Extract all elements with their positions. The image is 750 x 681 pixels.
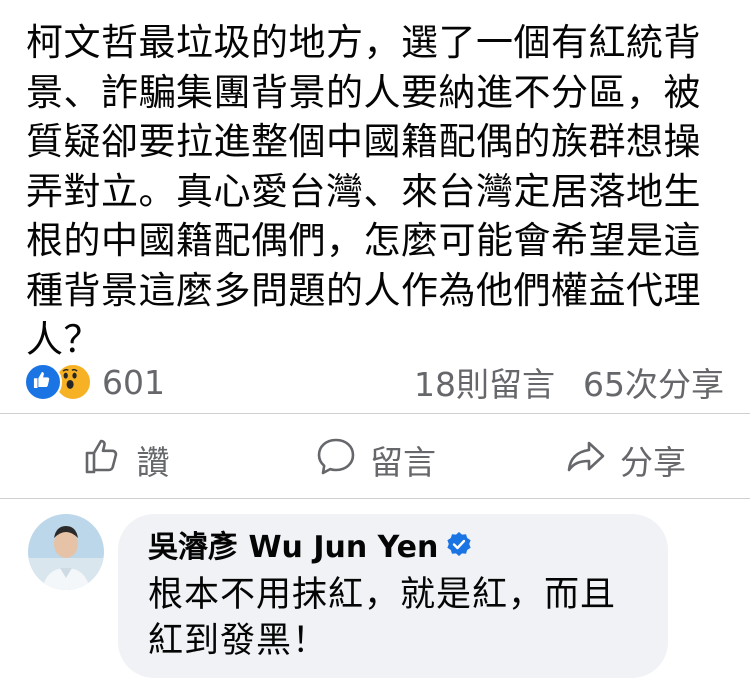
post-line: 種背景這麼多問題的人作為他們權益代理 [26, 268, 701, 312]
reactions-summary[interactable]: 601 [24, 363, 165, 402]
comment-line: 根本不用抹紅，就是紅，而且 [148, 575, 617, 615]
speech-bubble-icon [314, 434, 358, 486]
like-label: 讚 [136, 443, 170, 482]
avatar[interactable] [28, 514, 104, 590]
share-arrow-icon [564, 434, 608, 486]
share-button[interactable]: 分享 [500, 434, 750, 486]
post-line: 景、詐騙集團背景的人要納進不分區，被 [26, 70, 701, 114]
divider [0, 498, 750, 499]
share-count-link[interactable]: 65次分享 [583, 358, 724, 406]
divider [0, 413, 750, 414]
like-button[interactable]: 讚 [0, 434, 250, 486]
post-stats: 601 18則留言 65次分享 [24, 360, 724, 404]
comment: 吳濬彥 Wu Jun Yen 根本不用抹紅，就是紅，而且 紅到發黑！ [28, 514, 728, 678]
action-bar: 讚 留言 分享 [0, 430, 750, 490]
post-body: 柯文哲最垃圾的地方，選了一個有紅統背 景、詐騙集團背景的人要納進不分區，被 質疑… [26, 18, 726, 365]
post-line: 根的中國籍配偶們，怎麼可能會希望是這 [26, 219, 701, 262]
post-line: 弄對立。真心愛台灣、來台灣定居落地生 [26, 169, 701, 213]
comment-line: 紅到發黑！ [148, 621, 329, 661]
post-line: 質疑卻要拉進整個中國籍配偶的族群想操 [26, 120, 701, 163]
comment-label: 留言 [370, 443, 436, 482]
author-name: 吳濬彥 Wu Jun Yen [148, 530, 439, 565]
comment-count-link[interactable]: 18則留言 [414, 358, 555, 406]
comment-author[interactable]: 吳濬彥 Wu Jun Yen [148, 528, 638, 568]
reaction-count: 601 [102, 362, 165, 402]
post-line: 柯文哲最垃圾的地方，選了一個有紅統背 [26, 21, 701, 64]
comment-text: 根本不用抹紅，就是紅，而且 紅到發黑！ [148, 572, 638, 664]
thumbs-up-icon [81, 434, 125, 486]
like-reaction-icon [24, 363, 62, 401]
verified-badge-icon [446, 528, 472, 568]
comment-bubble: 吳濬彥 Wu Jun Yen 根本不用抹紅，就是紅，而且 紅到發黑！ [118, 514, 668, 678]
comment-button[interactable]: 留言 [250, 434, 500, 486]
share-label: 分享 [620, 443, 686, 482]
